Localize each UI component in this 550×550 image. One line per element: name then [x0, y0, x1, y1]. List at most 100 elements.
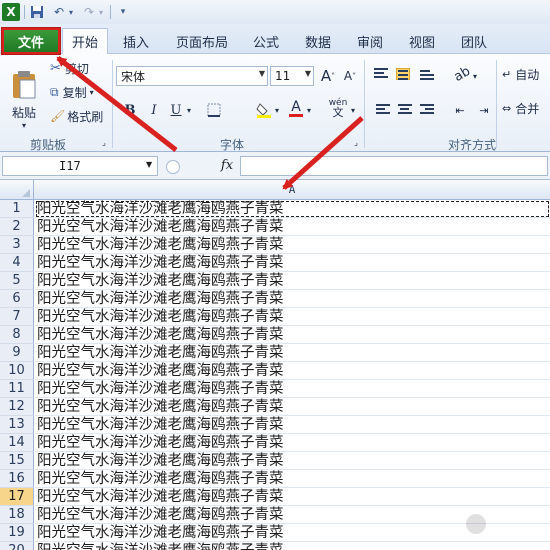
- cell-a[interactable]: 阳光空气水海洋沙滩老鹰海鸥燕子青菜: [35, 488, 550, 506]
- cell-a[interactable]: 阳光空气水海洋沙滩老鹰海鸥燕子青菜: [35, 290, 550, 308]
- align-left-icon[interactable]: [376, 104, 390, 116]
- font-name-dropdown-icon[interactable]: ▼: [259, 69, 265, 78]
- cell-a[interactable]: 阳光空气水海洋沙滩老鹰海鸥燕子青菜: [35, 218, 550, 236]
- underline-button[interactable]: U: [166, 100, 186, 120]
- row-header[interactable]: 7: [0, 308, 34, 326]
- redo-dropdown-icon[interactable]: ▾: [96, 3, 106, 21]
- row-header[interactable]: 16: [0, 470, 34, 488]
- paste-dropdown-icon[interactable]: ▾: [22, 121, 26, 130]
- tab-formulas[interactable]: 公式: [246, 28, 286, 54]
- undo-dropdown-icon[interactable]: ▾: [66, 3, 76, 21]
- align-top-icon[interactable]: [374, 68, 388, 80]
- row-header[interactable]: 14: [0, 434, 34, 452]
- font-size-combo[interactable]: 11 ▼: [270, 66, 314, 86]
- format-painter-button[interactable]: 🖌 格式刷: [50, 106, 103, 126]
- formula-bar-splitter[interactable]: [166, 160, 180, 174]
- cell-a[interactable]: 阳光空气水海洋沙滩老鹰海鸥燕子青菜: [35, 470, 550, 488]
- tab-team[interactable]: 团队: [454, 28, 494, 54]
- row-header[interactable]: 10: [0, 362, 34, 380]
- copy-button[interactable]: ⧉ 复制 ▾: [50, 82, 94, 102]
- phonetic-dropdown-icon[interactable]: ▾: [348, 100, 358, 120]
- cell-a[interactable]: 阳光空气水海洋沙滩老鹰海鸥燕子青菜: [35, 542, 550, 550]
- bold-button[interactable]: B: [120, 100, 140, 120]
- borders-icon[interactable]: [204, 100, 224, 120]
- row-header[interactable]: 20: [0, 542, 34, 550]
- clipboard-launcher-icon[interactable]: ⌟: [94, 132, 114, 152]
- row-header[interactable]: 19: [0, 524, 34, 542]
- cut-label: 剪切: [64, 61, 89, 76]
- font-size-dropdown-icon[interactable]: ▼: [305, 69, 311, 78]
- row-header[interactable]: 3: [0, 236, 34, 254]
- row-header[interactable]: 9: [0, 344, 34, 362]
- tab-file[interactable]: 文件: [2, 28, 60, 54]
- font-launcher-icon[interactable]: ⌟: [346, 132, 366, 152]
- wrap-text-button[interactable]: ↵ 自动: [502, 66, 539, 83]
- row-header[interactable]: 1: [0, 200, 34, 218]
- row-header[interactable]: 5: [0, 272, 34, 290]
- decrease-indent-icon[interactable]: ⇤: [450, 100, 470, 120]
- increase-indent-icon[interactable]: ⇥: [474, 100, 494, 120]
- row-header[interactable]: 15: [0, 452, 34, 470]
- cell-a[interactable]: 阳光空气水海洋沙滩老鹰海鸥燕子青菜: [35, 236, 550, 254]
- font-color-icon[interactable]: A: [286, 98, 306, 118]
- italic-button[interactable]: I: [144, 100, 164, 120]
- cell-a[interactable]: 阳光空气水海洋沙滩老鹰海鸥燕子青菜: [35, 254, 550, 272]
- align-center-icon[interactable]: [398, 104, 412, 116]
- customize-qat-icon[interactable]: ▾: [114, 3, 132, 21]
- cut-button[interactable]: ✂ 剪切: [50, 58, 89, 78]
- grow-font-button[interactable]: A ˄: [318, 66, 338, 86]
- row-header[interactable]: 2: [0, 218, 34, 236]
- cell-a[interactable]: 阳光空气水海洋沙滩老鹰海鸥燕子青菜: [35, 452, 550, 470]
- cell-a[interactable]: 阳光空气水海洋沙滩老鹰海鸥燕子青菜: [35, 380, 550, 398]
- name-box-dropdown-icon[interactable]: ▼: [146, 160, 152, 169]
- orientation-dropdown-icon[interactable]: ▾: [470, 66, 480, 86]
- align-right-icon[interactable]: [420, 104, 434, 116]
- copy-dropdown-icon[interactable]: ▾: [90, 88, 94, 97]
- fill-color-icon[interactable]: [254, 100, 274, 120]
- paste-label: 粘贴: [11, 106, 36, 120]
- underline-dropdown-icon[interactable]: ▾: [184, 100, 194, 120]
- cell-a[interactable]: 阳光空气水海洋沙滩老鹰海鸥燕子青菜: [35, 326, 550, 344]
- cell-a[interactable]: 阳光空气水海洋沙滩老鹰海鸥燕子青菜: [35, 200, 550, 218]
- cell-a[interactable]: 阳光空气水海洋沙滩老鹰海鸥燕子青菜: [35, 272, 550, 290]
- cell-a[interactable]: 阳光空气水海洋沙滩老鹰海鸥燕子青菜: [35, 308, 550, 326]
- column-header-a[interactable]: A: [34, 180, 550, 200]
- excel-logo-icon[interactable]: X: [2, 3, 20, 21]
- tab-page-layout[interactable]: 页面布局: [170, 28, 234, 54]
- font-color-dropdown-icon[interactable]: ▾: [304, 100, 314, 120]
- cell-a[interactable]: 阳光空气水海洋沙滩老鹰海鸥燕子青菜: [35, 398, 550, 416]
- insert-function-button[interactable]: fx: [216, 156, 238, 176]
- tab-view[interactable]: 视图: [402, 28, 442, 54]
- paste-button[interactable]: 粘贴 ▾: [6, 58, 42, 130]
- cell-a[interactable]: 阳光空气水海洋沙滩老鹰海鸥燕子青菜: [35, 434, 550, 452]
- phonetic-guide-button[interactable]: wén 文: [328, 98, 348, 118]
- shrink-font-button[interactable]: A ˅: [340, 66, 360, 86]
- name-box[interactable]: I17: [2, 156, 158, 176]
- tab-review[interactable]: 审阅: [350, 28, 390, 54]
- align-bottom-icon[interactable]: [420, 70, 434, 82]
- font-name-combo[interactable]: 宋体 ▼: [116, 66, 268, 86]
- cell-a[interactable]: 阳光空气水海洋沙滩老鹰海鸥燕子青菜: [35, 362, 550, 380]
- row-header[interactable]: 12: [0, 398, 34, 416]
- align-middle-icon[interactable]: [396, 68, 410, 80]
- row-header[interactable]: 4: [0, 254, 34, 272]
- cell-a[interactable]: 阳光空气水海洋沙滩老鹰海鸥燕子青菜: [35, 416, 550, 434]
- cell-a[interactable]: 阳光空气水海洋沙滩老鹰海鸥燕子青菜: [35, 344, 550, 362]
- row-header[interactable]: 6: [0, 290, 34, 308]
- save-icon[interactable]: [28, 3, 46, 21]
- tab-data[interactable]: 数据: [298, 28, 338, 54]
- clipboard-group-label: 剪贴板: [30, 138, 67, 152]
- select-all-button[interactable]: [0, 180, 34, 200]
- row-header[interactable]: 11: [0, 380, 34, 398]
- tab-insert[interactable]: 插入: [116, 28, 156, 54]
- merge-center-button[interactable]: ⇔ 合并: [502, 100, 539, 117]
- row-header[interactable]: 13: [0, 416, 34, 434]
- row-header[interactable]: 18: [0, 506, 34, 524]
- table-row: 16 阳光空气水海洋沙滩老鹰海鸥燕子青菜: [0, 470, 550, 488]
- fill-color-dropdown-icon[interactable]: ▾: [272, 100, 282, 120]
- tab-home[interactable]: 开始: [62, 28, 108, 54]
- row-header[interactable]: 8: [0, 326, 34, 344]
- formula-input[interactable]: [240, 156, 548, 176]
- scissors-icon: ✂: [50, 60, 61, 76]
- row-header[interactable]: 17: [0, 488, 34, 506]
